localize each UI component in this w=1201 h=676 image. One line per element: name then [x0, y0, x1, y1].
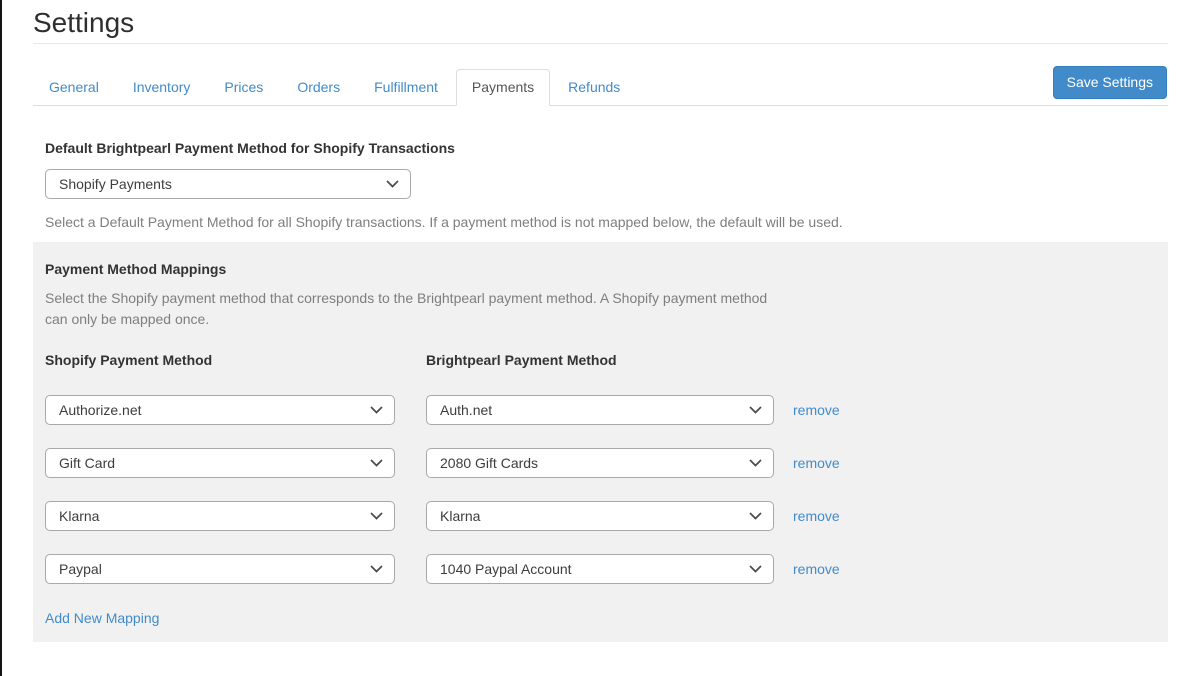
tab-inventory[interactable]: Inventory: [117, 69, 207, 106]
brightpearl-selected-value: 2080 Gift Cards: [440, 455, 538, 471]
mappings-column-headers: Shopify Payment Method Brightpearl Payme…: [45, 353, 1156, 367]
chevron-down-icon: [370, 565, 383, 573]
tab-refunds[interactable]: Refunds: [552, 69, 636, 106]
brightpearl-method-select[interactable]: Auth.net: [426, 395, 774, 425]
default-payment-selected-value: Shopify Payments: [59, 176, 172, 192]
remove-mapping-link[interactable]: remove: [793, 501, 840, 531]
page-title: Settings: [33, 2, 1168, 43]
mappings-heading: Payment Method Mappings: [45, 259, 1156, 279]
default-payment-label: Default Brightpearl Payment Method for S…: [45, 140, 1168, 157]
add-new-mapping-link[interactable]: Add New Mapping: [45, 610, 159, 626]
tab-payments[interactable]: Payments: [456, 69, 550, 106]
settings-page: Settings General Inventory Prices Orders…: [0, 0, 1199, 676]
brightpearl-method-select[interactable]: Klarna: [426, 501, 774, 531]
tab-bar: General Inventory Prices Orders Fulfillm…: [33, 69, 1168, 106]
shopify-selected-value: Paypal: [59, 561, 102, 577]
remove-mapping-link[interactable]: remove: [793, 395, 840, 425]
chevron-down-icon: [749, 512, 762, 520]
default-payment-section: Default Brightpearl Payment Method for S…: [33, 106, 1168, 232]
chevron-down-icon: [370, 512, 383, 520]
brightpearl-column-header: Brightpearl Payment Method: [426, 353, 617, 367]
shopify-selected-value: Gift Card: [59, 455, 115, 471]
chevron-down-icon: [749, 565, 762, 573]
tab-orders[interactable]: Orders: [281, 69, 356, 106]
mapping-row: Authorize.net Auth.net remove: [45, 395, 1156, 425]
mapping-row: Klarna Klarna remove: [45, 501, 1156, 531]
title-divider: [33, 43, 1168, 44]
tab-list: General Inventory Prices Orders Fulfillm…: [33, 69, 1168, 105]
tab-fulfillment[interactable]: Fulfillment: [358, 69, 454, 106]
tab-prices[interactable]: Prices: [208, 69, 279, 106]
brightpearl-method-select[interactable]: 1040 Paypal Account: [426, 554, 774, 584]
tab-general[interactable]: General: [33, 69, 115, 106]
payment-method-mappings-panel: Payment Method Mappings Select the Shopi…: [33, 242, 1168, 642]
payments-tab-panel: Default Brightpearl Payment Method for S…: [33, 106, 1168, 642]
shopify-selected-value: Klarna: [59, 508, 99, 524]
mapping-row: Gift Card 2080 Gift Cards remove: [45, 448, 1156, 478]
remove-mapping-link[interactable]: remove: [793, 448, 840, 478]
chevron-down-icon: [386, 180, 399, 188]
shopify-method-select[interactable]: Klarna: [45, 501, 395, 531]
mapping-row: Paypal 1040 Paypal Account remove: [45, 554, 1156, 584]
shopify-method-select[interactable]: Authorize.net: [45, 395, 395, 425]
default-payment-select[interactable]: Shopify Payments: [45, 169, 411, 199]
chevron-down-icon: [370, 459, 383, 467]
brightpearl-selected-value: Klarna: [440, 508, 480, 524]
brightpearl-selected-value: Auth.net: [440, 402, 492, 418]
shopify-method-select[interactable]: Paypal: [45, 554, 395, 584]
brightpearl-selected-value: 1040 Paypal Account: [440, 561, 572, 577]
shopify-column-header: Shopify Payment Method: [45, 353, 426, 367]
chevron-down-icon: [370, 406, 383, 414]
shopify-selected-value: Authorize.net: [59, 402, 142, 418]
shopify-method-select[interactable]: Gift Card: [45, 448, 395, 478]
remove-mapping-link[interactable]: remove: [793, 554, 840, 584]
chevron-down-icon: [749, 406, 762, 414]
brightpearl-method-select[interactable]: 2080 Gift Cards: [426, 448, 774, 478]
mappings-description: Select the Shopify payment method that c…: [45, 288, 793, 330]
default-payment-help-text: Select a Default Payment Method for all …: [45, 212, 1168, 232]
chevron-down-icon: [749, 459, 762, 467]
save-settings-button[interactable]: Save Settings: [1053, 66, 1167, 99]
